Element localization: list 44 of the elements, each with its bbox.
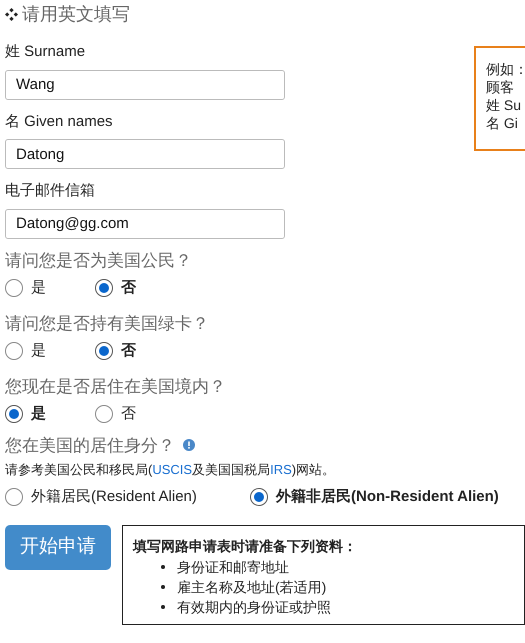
input-field[interactable]: Datong@gg.com: [5, 208, 285, 238]
question-text: 请问您是否持有美国绿卡？: [5, 312, 210, 334]
radio-button[interactable]: [5, 279, 23, 298]
info-icon[interactable]: [183, 439, 195, 452]
checklist-item: 雇主名称及地址(若适用): [177, 578, 326, 597]
checklist-item: 身份证和邮寄地址: [177, 558, 289, 577]
input-field[interactable]: Wang: [5, 70, 285, 100]
reference-note: 请参考美国公民和移民局(USCIS及美国国税局IRS)网站。: [5, 461, 336, 479]
option-label: 外籍非居民(Non-Resident Alien): [276, 486, 499, 506]
example-line: 姓 Su: [486, 96, 522, 114]
checklist-title: 填写网路申请表时请准备下列资料：: [133, 537, 358, 556]
diamond-icon: [5, 8, 18, 20]
radio-button[interactable]: [250, 488, 268, 506]
section-heading: 请用英文填写: [22, 2, 130, 26]
option-label: 是: [31, 341, 46, 361]
radio-button[interactable]: [95, 405, 113, 424]
radio-button[interactable]: [5, 405, 23, 424]
option-label: 否: [121, 278, 136, 298]
start-application-button[interactable]: 开始申请: [5, 525, 111, 570]
option-label: 外籍居民(Resident Alien): [31, 486, 197, 506]
radio-button[interactable]: [95, 279, 113, 298]
field-label: 姓 Surname: [5, 42, 86, 62]
checklist-item: 有效期内的身份证或护照: [177, 598, 331, 617]
question-text: 您现在是否居住在美国境内？: [5, 376, 227, 398]
question-text: 您在美国的居住身分？: [5, 434, 175, 456]
bullet-icon: [161, 605, 165, 609]
radio-button[interactable]: [95, 342, 113, 360]
radio-button[interactable]: [5, 488, 23, 506]
field-label: 名 Given names: [5, 112, 114, 132]
input-field[interactable]: Datong: [5, 139, 285, 169]
example-line: 例如：: [486, 60, 525, 78]
bullet-icon: [161, 565, 165, 569]
link[interactable]: USCIS: [152, 462, 192, 477]
example-line: 顾客: [486, 78, 515, 96]
option-label: 否: [121, 404, 136, 424]
radio-button[interactable]: [5, 342, 23, 360]
option-label: 是: [31, 278, 46, 298]
option-label: 否: [121, 341, 136, 361]
bullet-icon: [161, 585, 165, 589]
example-line: 名 Gi: [486, 114, 519, 132]
field-label: 电子邮件信箱: [5, 181, 96, 201]
option-label: 是: [31, 404, 46, 424]
question-text: 请问您是否为美国公民？: [5, 250, 193, 272]
link[interactable]: IRS: [270, 462, 292, 477]
